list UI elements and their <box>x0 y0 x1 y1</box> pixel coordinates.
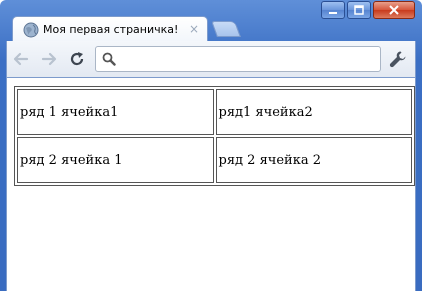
table-cell: ряд 2 ячейка 2 <box>215 137 412 183</box>
table-row: ряд 1 ячейка1 ряд1 ячейка2 <box>17 89 412 135</box>
tab-close-icon[interactable]: × <box>189 22 199 36</box>
new-tab-button[interactable] <box>211 21 241 37</box>
page-content: ряд 1 ячейка1 ряд1 ячейка2 ряд 2 ячейка … <box>6 77 416 291</box>
globe-icon <box>23 22 39 38</box>
wrench-icon <box>389 51 406 68</box>
settings-button[interactable] <box>387 48 409 70</box>
close-icon <box>389 5 399 15</box>
toolbar <box>6 41 416 77</box>
maximize-icon <box>354 5 364 15</box>
window-controls <box>321 1 415 19</box>
table-cell: ряд 2 ячейка 1 <box>17 137 214 183</box>
table-cell: ряд 1 ячейка1 <box>17 89 214 135</box>
omnibox[interactable] <box>95 46 381 72</box>
maximize-button[interactable] <box>347 1 371 19</box>
forward-arrow-icon <box>41 52 57 66</box>
search-icon <box>102 52 116 66</box>
reload-icon <box>70 52 84 66</box>
data-table: ряд 1 ячейка1 ряд1 ячейка2 ряд 2 ячейка … <box>14 86 415 186</box>
minimize-icon <box>329 12 337 14</box>
minimize-button[interactable] <box>321 1 345 19</box>
close-window-button[interactable] <box>373 1 415 19</box>
address-input[interactable] <box>120 50 374 70</box>
table-row: ряд 2 ячейка 1 ряд 2 ячейка 2 <box>17 137 412 183</box>
forward-button[interactable] <box>39 49 59 69</box>
back-arrow-icon <box>13 52 29 66</box>
tab-active[interactable]: Моя первая страничка! × <box>12 16 208 42</box>
tab-title: Моя первая страничка! <box>43 23 179 36</box>
back-button[interactable] <box>11 49 31 69</box>
table-cell: ряд1 ячейка2 <box>215 89 412 135</box>
reload-button[interactable] <box>67 49 87 69</box>
browser-window: Моя первая страничка! × ряд 1 ячейка1 ря… <box>0 0 422 291</box>
